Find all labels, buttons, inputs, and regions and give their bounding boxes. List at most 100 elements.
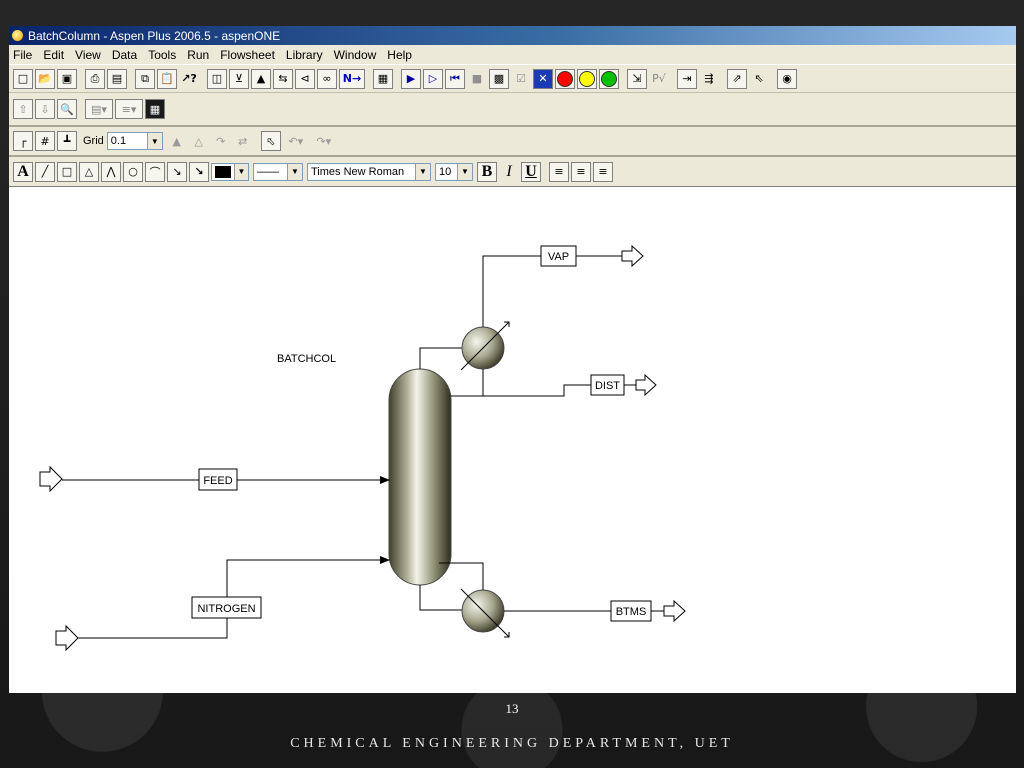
stream-btms-label: BTMS	[616, 606, 647, 618]
next-button[interactable]: N→	[339, 68, 365, 89]
menu-tools[interactable]: Tools	[144, 48, 183, 62]
results-icon[interactable]: ▩	[489, 68, 509, 89]
font-name-select[interactable]: Times New Roman ▼	[307, 162, 431, 181]
reinitialize-icon[interactable]: ⏮	[445, 68, 465, 89]
status-red-icon[interactable]	[555, 68, 575, 89]
check-results-icon[interactable]: ☑	[511, 69, 531, 89]
slide-page-number: 13	[505, 701, 519, 716]
edit-options-icon[interactable]: ≡▾	[115, 99, 143, 119]
menu-run[interactable]: Run	[183, 48, 216, 62]
paste-icon[interactable]: 📋	[157, 68, 177, 89]
align-up-both-icon[interactable]: ⇖	[749, 69, 769, 89]
line-tool-icon[interactable]: ╱	[35, 161, 55, 182]
status-green-icon[interactable]	[599, 68, 619, 89]
batch-column-block[interactable]	[388, 368, 452, 586]
fill-color-select[interactable]: ▼	[211, 162, 249, 181]
save-icon[interactable]: ▣	[57, 68, 77, 89]
align-right-text-icon[interactable]: ≡	[593, 161, 613, 182]
properties-icon[interactable]: ▲	[251, 68, 271, 89]
arrow-tool-icon[interactable]: ↘	[167, 161, 187, 182]
menu-flowsheet[interactable]: Flowsheet	[216, 48, 282, 62]
hierarchy-up-icon[interactable]: ⇧	[13, 99, 33, 119]
model-library-icon[interactable]: ◉	[777, 68, 797, 89]
copy-icon[interactable]: ⧉	[135, 68, 155, 89]
grid-icon[interactable]: #	[35, 131, 55, 151]
vap-line	[482, 255, 541, 327]
control-panel-icon[interactable]: ▦	[373, 68, 393, 89]
plot-icon[interactable]: ⇲	[627, 68, 647, 89]
arc-tool-icon[interactable]: ⌒	[145, 161, 165, 182]
align-left-icon[interactable]: △	[189, 131, 209, 151]
font-size-select[interactable]: 10 ▼	[435, 162, 473, 181]
chevron-down-icon: ▼	[287, 163, 302, 180]
underline-button[interactable]: U	[521, 161, 541, 182]
bold-button[interactable]: B	[477, 161, 497, 182]
open-folder-icon[interactable]: 📂	[35, 68, 55, 89]
flowsheet-canvas[interactable]: BATCHCOL VAP DIST BTMS FEED NITROGEN	[9, 222, 1016, 693]
align-left-text-icon[interactable]: ≡	[549, 161, 569, 182]
italic-button[interactable]: I	[499, 162, 519, 182]
menu-edit[interactable]: Edit	[39, 48, 71, 62]
standard-toolbar: □ 📂 ▣ ⎙ ▤ ⧉ 📋 ↗? ◫ ⊻ ▲ ⇆ ⊲ ∞ N→ ▦ ▶ ▷ ⏮ …	[9, 65, 1016, 93]
column-top-line	[419, 347, 464, 369]
line-style-select[interactable]: —— ▼	[253, 162, 303, 181]
glasses-icon[interactable]: ∞	[317, 68, 337, 89]
chevron-down-icon: ▼	[234, 163, 248, 180]
column-bottom-line	[419, 585, 464, 611]
setup-icon[interactable]: ◫	[207, 68, 227, 89]
blocks-icon[interactable]: ⊲	[295, 68, 315, 89]
run-icon[interactable]: ▶	[401, 68, 421, 89]
block-label: BATCHCOL	[277, 353, 336, 365]
whats-this-help-icon[interactable]: ↗?	[179, 69, 199, 89]
nitrogen-arrow-icon	[55, 624, 79, 652]
view-options-icon[interactable]: ▤▾	[85, 99, 113, 119]
redo-icon[interactable]: ↷▾	[311, 131, 337, 151]
menu-help[interactable]: Help	[383, 48, 419, 62]
menu-window[interactable]: Window	[330, 48, 384, 62]
print-preview-icon[interactable]: ▤	[107, 68, 127, 89]
align-icon[interactable]: ▲	[167, 131, 187, 151]
flip-icon[interactable]: ⇄	[233, 131, 253, 151]
undo-icon[interactable]: ↶▾	[283, 131, 309, 151]
feed-arrow-icon	[39, 465, 63, 493]
product-arrow-icon	[621, 244, 644, 268]
page-break-icon[interactable]: ┌	[13, 131, 33, 151]
polyline-tool-icon[interactable]: ⋀	[101, 161, 121, 182]
slide-department: CHEMICAL ENGINEERING DEPARTMENT, UET	[290, 736, 734, 751]
stream-nitrogen-label: NITROGEN	[197, 603, 255, 615]
step-icon[interactable]: ▷	[423, 68, 443, 89]
close-x-icon[interactable]: ✕	[533, 68, 553, 89]
pr-icon[interactable]: P√	[649, 69, 669, 89]
menu-library[interactable]: Library	[282, 48, 330, 62]
product-arrow-icon	[635, 373, 657, 397]
align-right-arrow-icon[interactable]: ⇥	[677, 68, 697, 89]
aspen-app-icon	[12, 30, 23, 41]
rotate-icon[interactable]: ↷	[211, 131, 231, 151]
hierarchy-zoom-icon[interactable]: ⇩	[35, 99, 55, 119]
toolbars: □ 📂 ▣ ⎙ ▤ ⧉ 📋 ↗? ◫ ⊻ ▲ ⇆ ⊲ ∞ N→ ▦ ▶ ▷ ⏮ …	[9, 65, 1016, 187]
menu-data[interactable]: Data	[108, 48, 144, 62]
zoom-find-icon[interactable]: 🔍	[57, 99, 77, 119]
new-file-icon[interactable]: □	[13, 68, 33, 89]
grid-label: Grid	[83, 135, 104, 147]
display-icon[interactable]: ▦	[145, 99, 165, 119]
bold-arrow-tool-icon[interactable]: ↘	[189, 161, 209, 182]
text-tool-button[interactable]: A	[13, 161, 33, 182]
circle-tool-icon[interactable]: ○	[123, 161, 143, 182]
print-icon[interactable]: ⎙	[85, 68, 105, 89]
select-pointer-icon[interactable]: ⬁	[260, 131, 281, 151]
streams-icon[interactable]: ⇆	[273, 68, 293, 89]
align-up-right-icon[interactable]: ⇗	[727, 68, 747, 89]
stop-icon[interactable]: ■	[467, 69, 487, 89]
grid-size-select[interactable]: 0.1 ▼	[106, 132, 163, 150]
align-center-text-icon[interactable]: ≡	[571, 161, 591, 182]
menu-file[interactable]: File	[9, 48, 39, 62]
snap-to-grid-icon[interactable]: ┻	[57, 131, 77, 151]
menu-view[interactable]: View	[71, 48, 108, 62]
polygon-tool-icon[interactable]: △	[79, 161, 99, 182]
stream-feed-label: FEED	[203, 475, 232, 487]
align-both-arrow-icon[interactable]: ⇶	[699, 69, 719, 89]
rectangle-tool-icon[interactable]: □	[57, 161, 77, 182]
components-icon[interactable]: ⊻	[229, 68, 249, 89]
status-yellow-icon[interactable]	[577, 68, 597, 89]
